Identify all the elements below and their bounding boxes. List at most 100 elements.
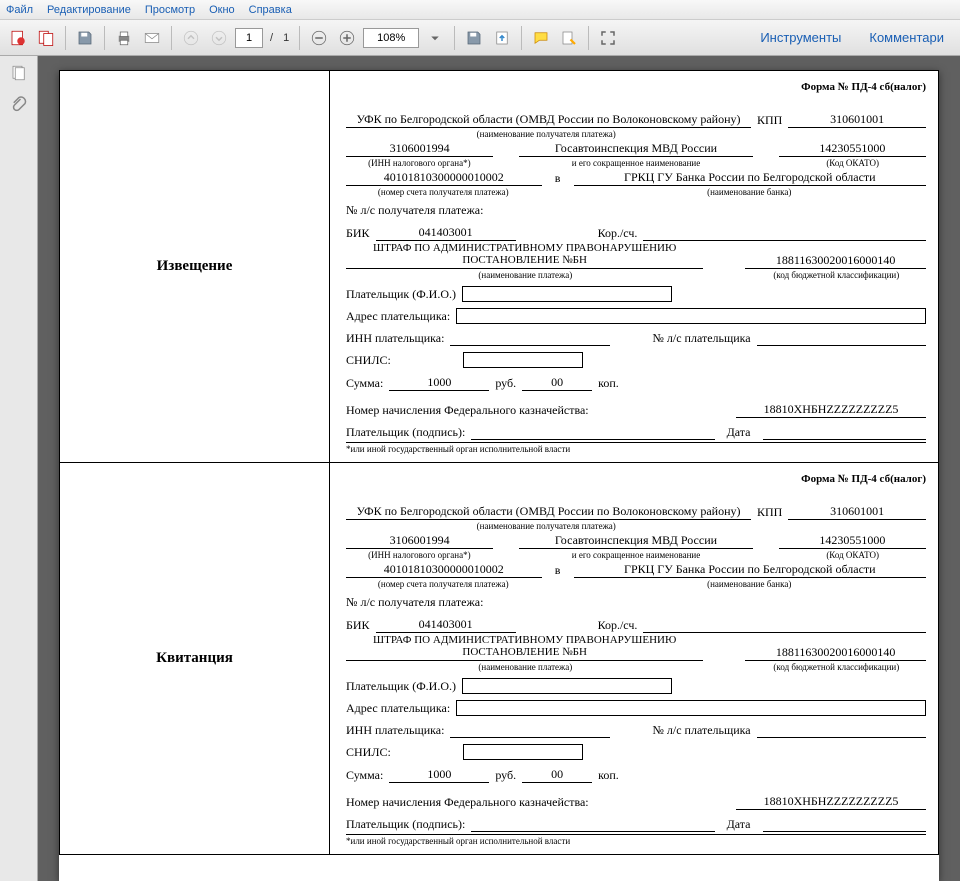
kbk-value: 18811630020016000140 bbox=[745, 644, 926, 661]
treasury-label: Номер начисления Федерального казначейст… bbox=[346, 795, 589, 810]
date-label: Дата bbox=[727, 425, 751, 440]
payer-fio-label: Плательщик (Ф.И.О.) bbox=[346, 679, 456, 694]
gai-sub: и его сокращенное наименование bbox=[519, 158, 754, 168]
kpp-label: КПП bbox=[757, 113, 782, 128]
inn-sub: (ИНН налогового органа*) bbox=[346, 550, 493, 560]
kor-label: Кор./сч. bbox=[598, 618, 638, 633]
snils-label: СНИЛС: bbox=[346, 745, 391, 760]
kbk-sub: (код бюджетной классификации) bbox=[747, 662, 926, 672]
date-value bbox=[763, 816, 927, 832]
in-label: в bbox=[548, 171, 568, 186]
date-value bbox=[763, 424, 927, 440]
menu-edit[interactable]: Редактирование bbox=[47, 4, 131, 16]
sign-value bbox=[471, 424, 714, 440]
bik-label: БИК bbox=[346, 226, 370, 241]
payment-name: ШТРАФ ПО АДМИНИСТРАТИВНОМУ ПРАВОНАРУШЕНИ… bbox=[346, 634, 703, 661]
in-label: в bbox=[548, 563, 568, 578]
payer-inn-value bbox=[450, 722, 610, 738]
comments-panel-button[interactable]: Комментари bbox=[859, 26, 954, 49]
bank-sub: (наименование банка) bbox=[572, 579, 926, 589]
kop-label: коп. bbox=[598, 376, 619, 391]
section-title: Извещение bbox=[60, 71, 330, 463]
menu-window[interactable]: Окно bbox=[209, 4, 235, 16]
kbk-value: 18811630020016000140 bbox=[745, 252, 926, 269]
footnote: *или иной государственный орган исполнит… bbox=[346, 442, 926, 454]
snils-box bbox=[463, 744, 583, 760]
kpp-value: 310601001 bbox=[788, 503, 926, 520]
inn-sub: (ИНН налогового органа*) bbox=[346, 158, 493, 168]
form-body: Форма № ПД-4 сб(налог) УФК по Белгородск… bbox=[330, 71, 939, 463]
treasury-label: Номер начисления Федерального казначейст… bbox=[346, 403, 589, 418]
save2-icon[interactable] bbox=[462, 26, 486, 50]
bank-sub: (наименование банка) bbox=[572, 187, 926, 197]
sum-rub-value: 1000 bbox=[389, 374, 489, 391]
sign-value bbox=[471, 816, 714, 832]
sum-label: Сумма: bbox=[346, 376, 383, 391]
ls-label: № л/с получателя платежа: bbox=[346, 203, 483, 218]
note-icon[interactable] bbox=[529, 26, 553, 50]
form-body: Форма № ПД-4 сб(налог) УФК по Белгородск… bbox=[330, 463, 939, 855]
recipient: УФК по Белгородской области (ОМВД России… bbox=[346, 503, 751, 520]
kop-label: коп. bbox=[598, 768, 619, 783]
payer-fio-box bbox=[462, 286, 672, 302]
page: Извещение Форма № ПД-4 сб(налог) УФК по … bbox=[59, 70, 939, 881]
rub-label: руб. bbox=[495, 768, 516, 783]
recipient: УФК по Белгородской области (ОМВД России… bbox=[346, 111, 751, 128]
form-number: Форма № ПД-4 сб(налог) bbox=[346, 473, 926, 485]
bik-label: БИК bbox=[346, 618, 370, 633]
page-down-icon[interactable] bbox=[207, 26, 231, 50]
sign-label: Плательщик (подпись): bbox=[346, 425, 465, 440]
document-canvas[interactable]: Извещение Форма № ПД-4 сб(налог) УФК по … bbox=[38, 56, 960, 881]
snils-box bbox=[463, 352, 583, 368]
payer-inn-value bbox=[450, 330, 610, 346]
payer-fio-box bbox=[462, 678, 672, 694]
form-number: Форма № ПД-4 сб(налог) bbox=[346, 81, 926, 93]
payment-name: ШТРАФ ПО АДМИНИСТРАТИВНОМУ ПРАВОНАРУШЕНИ… bbox=[346, 242, 703, 269]
payer-ls-value bbox=[757, 722, 926, 738]
tools-panel-button[interactable]: Инструменты bbox=[750, 26, 851, 49]
thumbnails-icon[interactable] bbox=[8, 62, 30, 84]
payer-ls-label: № л/с плательщика bbox=[652, 723, 750, 738]
menubar: Файл Редактирование Просмотр Окно Справк… bbox=[0, 0, 960, 20]
menu-file[interactable]: Файл bbox=[6, 4, 33, 16]
okato-value: 14230551000 bbox=[779, 532, 926, 549]
pdf-combine-icon[interactable] bbox=[34, 26, 58, 50]
payer-addr-label: Адрес плательщика: bbox=[346, 701, 450, 716]
snils-label: СНИЛС: bbox=[346, 353, 391, 368]
account-value: 40101810300000010002 bbox=[346, 169, 542, 186]
save-icon[interactable] bbox=[73, 26, 97, 50]
page-number-input[interactable] bbox=[235, 28, 263, 48]
menu-view[interactable]: Просмотр bbox=[145, 4, 195, 16]
highlight-icon[interactable] bbox=[557, 26, 581, 50]
kor-value bbox=[643, 225, 926, 241]
payment-sub: (наименование платежа) bbox=[346, 662, 705, 672]
gai-sub: и его сокращенное наименование bbox=[519, 550, 754, 560]
kor-label: Кор./сч. bbox=[598, 226, 638, 241]
payer-ls-label: № л/с плательщика bbox=[652, 331, 750, 346]
account-sub: (номер счета получателя платежа) bbox=[346, 187, 540, 197]
zoom-in-icon[interactable] bbox=[335, 26, 359, 50]
account-value: 40101810300000010002 bbox=[346, 561, 542, 578]
bik-value: 041403001 bbox=[376, 616, 516, 633]
page-up-icon[interactable] bbox=[179, 26, 203, 50]
payer-addr-label: Адрес плательщика: bbox=[346, 309, 450, 324]
zoom-input[interactable] bbox=[363, 28, 419, 48]
okato-value: 14230551000 bbox=[779, 140, 926, 157]
print-icon[interactable] bbox=[112, 26, 136, 50]
account-sub: (номер счета получателя платежа) bbox=[346, 579, 540, 589]
fullscreen-icon[interactable] bbox=[596, 26, 620, 50]
sum-label: Сумма: bbox=[346, 768, 383, 783]
mail-icon[interactable] bbox=[140, 26, 164, 50]
page-sep: / bbox=[270, 32, 273, 44]
pdf-create-icon[interactable] bbox=[6, 26, 30, 50]
zoom-dropdown-icon[interactable] bbox=[423, 26, 447, 50]
export-icon[interactable] bbox=[490, 26, 514, 50]
kor-value bbox=[643, 617, 926, 633]
sum-kop-value: 00 bbox=[522, 374, 592, 391]
zoom-out-icon[interactable] bbox=[307, 26, 331, 50]
kpp-value: 310601001 bbox=[788, 111, 926, 128]
menu-help[interactable]: Справка bbox=[249, 4, 292, 16]
treasury-value: 18810ХНБНZZZZZZZZZ5 bbox=[736, 401, 926, 418]
sum-rub-value: 1000 bbox=[389, 766, 489, 783]
attachments-icon[interactable] bbox=[8, 94, 30, 116]
